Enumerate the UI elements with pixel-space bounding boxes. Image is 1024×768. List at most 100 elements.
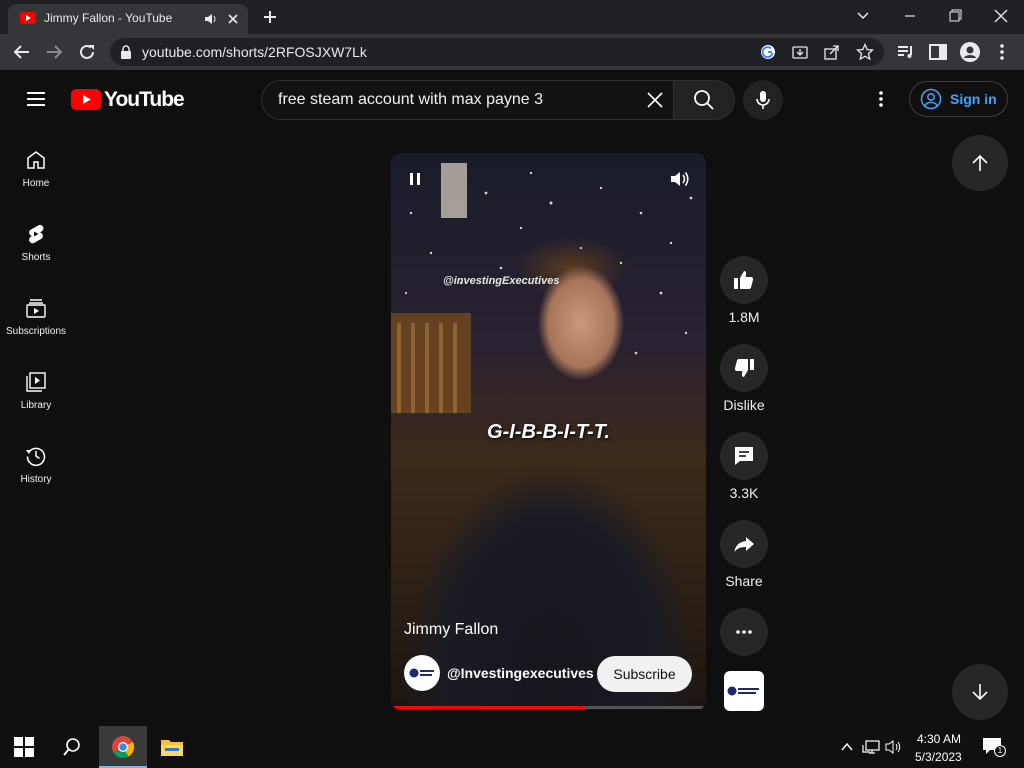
search-icon	[693, 89, 715, 111]
folder-icon	[161, 740, 183, 756]
sidebar-item-label: Subscriptions	[5, 326, 67, 337]
chrome-menu-icon[interactable]	[990, 40, 1014, 64]
sidebar-item-subscriptions[interactable]: Subscriptions	[0, 288, 72, 348]
network-status-button[interactable]	[862, 739, 880, 755]
browser-tab-strip: Jimmy Fallon - YouTube	[0, 0, 1024, 34]
youtube-favicon-icon	[20, 12, 36, 24]
arrow-down-icon	[972, 684, 988, 701]
video-progress-bar[interactable]	[391, 706, 706, 709]
previous-short-button[interactable]	[952, 135, 1008, 191]
sidebar-item-label: Shorts	[21, 252, 51, 263]
dislike-button[interactable]	[720, 344, 768, 392]
like-button[interactable]	[720, 256, 768, 304]
lock-icon[interactable]	[120, 45, 132, 59]
hamburger-menu-icon[interactable]	[24, 87, 48, 111]
shorts-video-player[interactable]: @investingExecutives G-I-B-B-I-T-T. Jimm…	[391, 153, 706, 710]
install-app-icon[interactable]	[792, 44, 808, 60]
tab-search-icon[interactable]	[848, 4, 878, 28]
bookmark-star-icon[interactable]	[856, 43, 874, 61]
network-icon	[862, 740, 880, 754]
sidebar-item-shorts[interactable]: Shorts	[0, 214, 72, 274]
home-icon	[24, 148, 48, 172]
windows-taskbar: 4:30 AM 5/3/2023 1	[0, 726, 1024, 768]
microphone-icon	[753, 89, 773, 111]
tab-audio-icon[interactable]	[204, 12, 218, 26]
channel-logo-icon	[409, 667, 435, 679]
taskbar-file-explorer[interactable]	[160, 736, 184, 758]
clear-search-icon[interactable]	[644, 89, 666, 111]
forward-arrow-icon[interactable]	[42, 40, 66, 64]
tab-title: Jimmy Fallon - YouTube	[44, 11, 173, 25]
notification-count-badge: 1	[994, 745, 1006, 757]
next-short-button[interactable]	[952, 664, 1008, 720]
channel-name[interactable]: @Investingexecutives	[447, 665, 594, 681]
notification-center-button[interactable]: 1	[982, 737, 1006, 759]
video-progress-fill	[391, 706, 587, 709]
volume-tray-button[interactable]	[885, 739, 903, 755]
more-horizontal-icon	[736, 630, 752, 634]
share-label: Share	[725, 573, 763, 589]
minimize-button[interactable]	[895, 4, 925, 28]
sidebar-item-label: History	[20, 474, 52, 485]
profile-avatar-icon[interactable]	[958, 40, 982, 64]
pause-icon[interactable]	[407, 171, 423, 187]
channel-logo-icon	[727, 685, 761, 697]
comments-button[interactable]	[720, 432, 768, 480]
new-tab-button[interactable]	[258, 6, 282, 28]
thumbs-up-icon	[734, 271, 754, 289]
voice-search-button[interactable]	[743, 80, 783, 120]
speaker-icon	[885, 740, 901, 754]
more-actions-button[interactable]	[720, 608, 768, 656]
browser-tab[interactable]: Jimmy Fallon - YouTube	[8, 4, 248, 34]
share-arrow-icon	[734, 537, 754, 552]
sidebar-item-home[interactable]: Home	[0, 140, 72, 200]
media-controls-icon[interactable]	[894, 40, 918, 64]
dislike-label: Dislike	[723, 397, 765, 413]
clock-time[interactable]: 4:30 AM	[917, 732, 961, 746]
close-window-button[interactable]	[986, 4, 1016, 28]
library-icon	[24, 370, 48, 394]
subscriptions-icon	[24, 296, 48, 320]
like-count: 1.8M	[728, 309, 760, 325]
search-input[interactable]: free steam account with max payne 3	[261, 80, 674, 120]
comment-icon	[735, 447, 753, 465]
audio-source-thumbnail[interactable]	[724, 671, 764, 711]
reload-icon[interactable]	[75, 40, 99, 64]
google-lens-icon[interactable]	[760, 44, 776, 60]
windows-logo-icon	[14, 737, 34, 757]
address-bar[interactable]: youtube.com/shorts/2RFOSJXW7Lk	[110, 38, 884, 66]
share-page-icon[interactable]	[824, 44, 840, 60]
account-icon	[920, 88, 942, 110]
video-watermark: @investingExecutives	[443, 275, 560, 287]
clock-date[interactable]: 5/3/2023	[915, 750, 962, 764]
taskbar-chrome-app[interactable]	[99, 726, 147, 768]
show-hidden-icons-button[interactable]	[840, 740, 854, 754]
sign-in-button[interactable]: Sign in	[909, 81, 1008, 117]
sidebar-item-history[interactable]: History	[0, 436, 72, 496]
sidebar-item-library[interactable]: Library	[0, 362, 72, 422]
video-caption: G-I-B-B-I-T-T.	[487, 421, 610, 443]
start-button[interactable]	[14, 737, 34, 757]
subscribe-button[interactable]: Subscribe	[597, 656, 692, 692]
share-button[interactable]	[720, 520, 768, 568]
back-arrow-icon[interactable]	[10, 40, 34, 64]
taskbar-search-button[interactable]	[62, 737, 82, 757]
tab-close-icon[interactable]	[226, 12, 240, 26]
settings-more-icon[interactable]	[869, 87, 893, 111]
sidebar-item-label: Library	[20, 400, 52, 411]
search-button[interactable]	[673, 80, 735, 120]
video-title[interactable]: Jimmy Fallon	[404, 621, 498, 639]
youtube-logo-icon	[71, 89, 101, 110]
chrome-icon	[112, 736, 135, 758]
channel-avatar[interactable]	[404, 655, 440, 691]
volume-icon[interactable]	[669, 169, 691, 189]
comment-count: 3.3K	[729, 485, 759, 501]
restore-button[interactable]	[940, 4, 970, 28]
youtube-logo-text[interactable]: YouTube	[104, 88, 185, 112]
sidebar-item-label: Home	[22, 178, 50, 189]
url-text: youtube.com/shorts/2RFOSJXW7Lk	[142, 44, 367, 60]
browser-toolbar: youtube.com/shorts/2RFOSJXW7Lk	[0, 34, 1024, 70]
search-icon	[63, 738, 80, 756]
side-panel-icon[interactable]	[926, 40, 950, 64]
thumbs-down-icon	[734, 359, 754, 377]
